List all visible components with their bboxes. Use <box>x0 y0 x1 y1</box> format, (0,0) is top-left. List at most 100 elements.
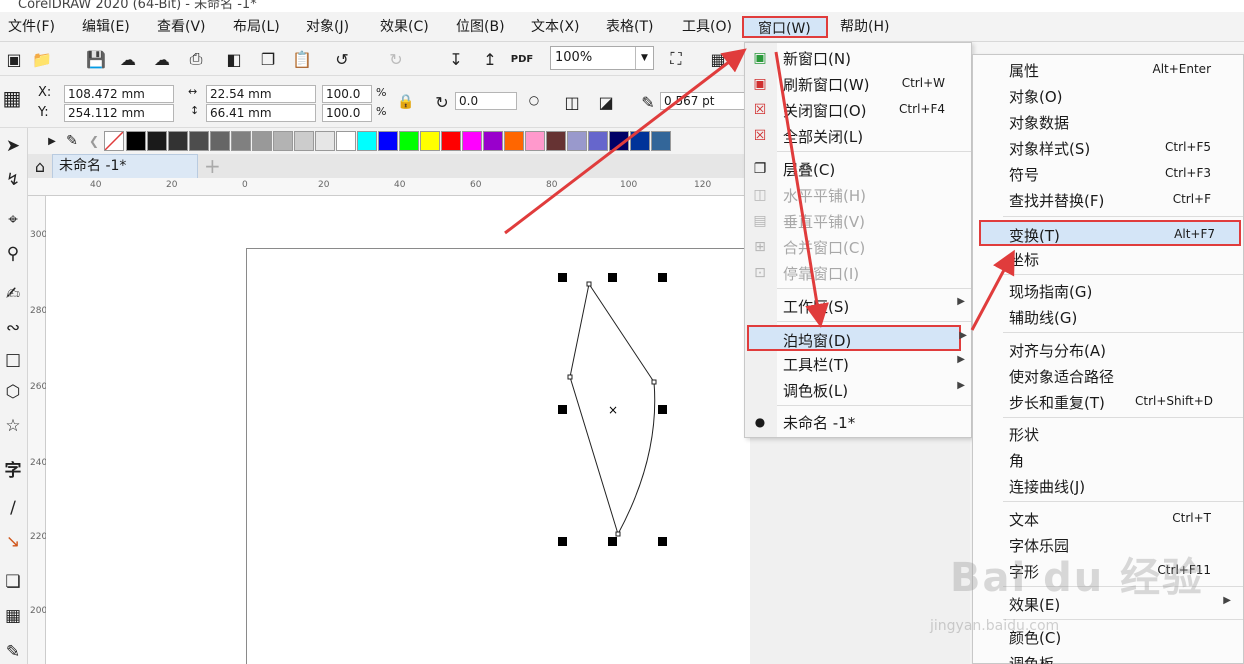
menu-item-text[interactable]: 文本 Ctrl+T <box>973 506 1243 532</box>
color-swatch[interactable] <box>630 131 650 151</box>
menu-item-align-distribute[interactable]: 对齐与分布(A) <box>973 337 1243 363</box>
rectangle-tool-icon[interactable]: □ <box>0 346 26 374</box>
width-field[interactable]: 22.54 mm <box>206 85 316 103</box>
color-swatch[interactable] <box>336 131 356 151</box>
eyedropper-tool-icon[interactable]: ✎ <box>0 638 26 664</box>
color-swatch[interactable] <box>525 131 545 151</box>
color-swatch[interactable] <box>483 131 503 151</box>
selected-shape[interactable]: × <box>46 196 750 664</box>
menu-item-live-guides[interactable]: 现场指南(G) <box>973 278 1243 304</box>
menu-item-objects[interactable]: 对象(O) <box>973 83 1243 109</box>
dimension-tool-icon[interactable]: ∕ <box>0 494 26 522</box>
menu-item-transform[interactable]: 变换(T) Alt+F7 <box>979 220 1241 246</box>
menu-layout[interactable]: 布局(L) <box>231 16 282 38</box>
drawing-canvas[interactable]: × <box>46 196 806 664</box>
color-swatch[interactable] <box>189 131 209 151</box>
menu-tools[interactable]: 工具(O) <box>680 16 734 38</box>
menu-object[interactable]: 对象(J) <box>304 16 351 38</box>
connector-tool-icon[interactable]: ↘ <box>0 528 26 556</box>
menu-item-object-styles[interactable]: 对象样式(S) Ctrl+F5 <box>973 135 1243 161</box>
menu-item-refresh-window[interactable]: ▣ 刷新窗口(W) Ctrl+W <box>745 71 971 97</box>
document-tab[interactable]: 未命名 -1* <box>52 154 198 178</box>
new-document-icon[interactable]: ▣ <box>2 47 26 71</box>
color-swatch[interactable] <box>168 131 188 151</box>
color-swatch[interactable] <box>294 131 314 151</box>
rotation-angle-field[interactable]: 0.0 <box>455 92 517 110</box>
menu-item-toolbars[interactable]: 工具栏(T) ▶ <box>745 351 971 377</box>
menu-item-cascade[interactable]: ❐ 层叠(C) <box>745 156 971 182</box>
open-folder-icon[interactable]: 📁 <box>30 47 54 71</box>
outline-width-field[interactable]: 0.567 pt <box>660 92 746 110</box>
menu-bitmap[interactable]: 位图(B) <box>454 16 507 38</box>
artistic-media-icon[interactable]: ∾ <box>0 314 26 342</box>
reference-point-icon[interactable]: ▦ <box>0 86 24 110</box>
y-position-field[interactable]: 254.112 mm <box>64 104 174 122</box>
mirror-vertical-icon[interactable]: ◪ <box>594 90 618 114</box>
color-swatch[interactable] <box>609 131 629 151</box>
no-color-swatch[interactable] <box>104 131 124 151</box>
cloud-upload-icon[interactable]: ☁ <box>116 47 140 71</box>
add-tab-icon[interactable]: + <box>204 156 221 176</box>
drop-shadow-icon[interactable]: ❏ <box>0 568 26 596</box>
menu-view[interactable]: 查看(V) <box>155 16 208 38</box>
color-swatch[interactable] <box>588 131 608 151</box>
save-icon[interactable]: 💾 <box>84 47 108 71</box>
shape-tool-icon[interactable]: ↯ <box>0 166 26 194</box>
menu-item-shape[interactable]: 形状 <box>973 421 1243 447</box>
x-position-field[interactable]: 108.472 mm <box>64 85 174 103</box>
menu-item-palette[interactable]: 调色板 <box>973 650 1243 664</box>
color-swatch[interactable] <box>210 131 230 151</box>
menu-effects[interactable]: 效果(C) <box>378 16 431 38</box>
text-tool-icon[interactable]: 字 <box>0 454 26 482</box>
copy-icon[interactable]: ❐ <box>256 47 280 71</box>
export-pdf-icon[interactable]: PDF <box>510 47 534 71</box>
menu-window[interactable]: 窗口(W) <box>742 16 828 38</box>
menu-item-symbols[interactable]: 符号 Ctrl+F3 <box>973 161 1243 187</box>
color-swatch[interactable] <box>567 131 587 151</box>
color-swatch[interactable] <box>441 131 461 151</box>
scale-x-field[interactable]: 100.0 <box>322 85 372 103</box>
menu-item-properties[interactable]: 属性 Alt+Enter <box>973 57 1243 83</box>
import-icon[interactable]: ↧ <box>444 47 468 71</box>
color-swatch[interactable] <box>378 131 398 151</box>
menu-file[interactable]: 文件(F) <box>6 16 57 38</box>
chevron-down-icon[interactable]: ▼ <box>635 47 653 69</box>
paste-icon[interactable]: 📋 <box>290 47 314 71</box>
color-swatch[interactable] <box>147 131 167 151</box>
menu-item-corner[interactable]: 角 <box>973 447 1243 473</box>
cloud-sync-icon[interactable]: ☁ <box>150 47 174 71</box>
color-swatch[interactable] <box>252 131 272 151</box>
pen-tool-icon[interactable]: ✍ <box>0 280 26 308</box>
menu-table[interactable]: 表格(T) <box>604 16 655 38</box>
color-swatch[interactable] <box>399 131 419 151</box>
star-tool-icon[interactable]: ☆ <box>0 412 26 440</box>
color-swatch[interactable] <box>651 131 671 151</box>
zoom-level-select[interactable]: 100% ▼ <box>550 46 654 70</box>
menu-item-new-window[interactable]: ▣ 新窗口(N) <box>745 45 971 71</box>
menu-item-close-all[interactable]: ☒ 全部关闭(L) <box>745 123 971 149</box>
scale-y-field[interactable]: 100.0 <box>322 104 372 122</box>
menu-item-fit-to-path[interactable]: 使对象适合路径 <box>973 363 1243 389</box>
home-icon[interactable]: ⌂ <box>28 154 52 178</box>
crop-tool-icon[interactable]: ⌖ <box>0 206 26 234</box>
color-swatch[interactable] <box>126 131 146 151</box>
pick-tool-icon[interactable]: ➤ <box>0 132 26 160</box>
options-icon[interactable]: ▦ <box>706 47 730 71</box>
chevron-left-icon[interactable]: ❮ <box>82 129 106 153</box>
menu-text[interactable]: 文本(X) <box>529 16 582 38</box>
menu-item-palettes[interactable]: 调色板(L) ▶ <box>745 377 971 403</box>
color-swatch[interactable] <box>273 131 293 151</box>
color-swatch[interactable] <box>420 131 440 151</box>
color-swatch[interactable] <box>231 131 251 151</box>
redo-icon[interactable]: ↻ <box>384 47 408 71</box>
color-swatch[interactable] <box>546 131 566 151</box>
menu-item-close-window[interactable]: ☒ 关闭窗口(O) Ctrl+F4 <box>745 97 971 123</box>
undo-icon[interactable]: ↺ <box>330 47 354 71</box>
menu-edit[interactable]: 编辑(E) <box>80 16 132 38</box>
menu-item-step-repeat[interactable]: 步长和重复(T) Ctrl+Shift+D <box>973 389 1243 415</box>
full-screen-icon[interactable]: ⛶ <box>664 47 688 71</box>
menu-item-coordinates[interactable]: 坐标 <box>973 246 1243 272</box>
transparency-tool-icon[interactable]: ▦ <box>0 602 26 630</box>
menu-help[interactable]: 帮助(H) <box>838 16 891 38</box>
color-swatch[interactable] <box>462 131 482 151</box>
